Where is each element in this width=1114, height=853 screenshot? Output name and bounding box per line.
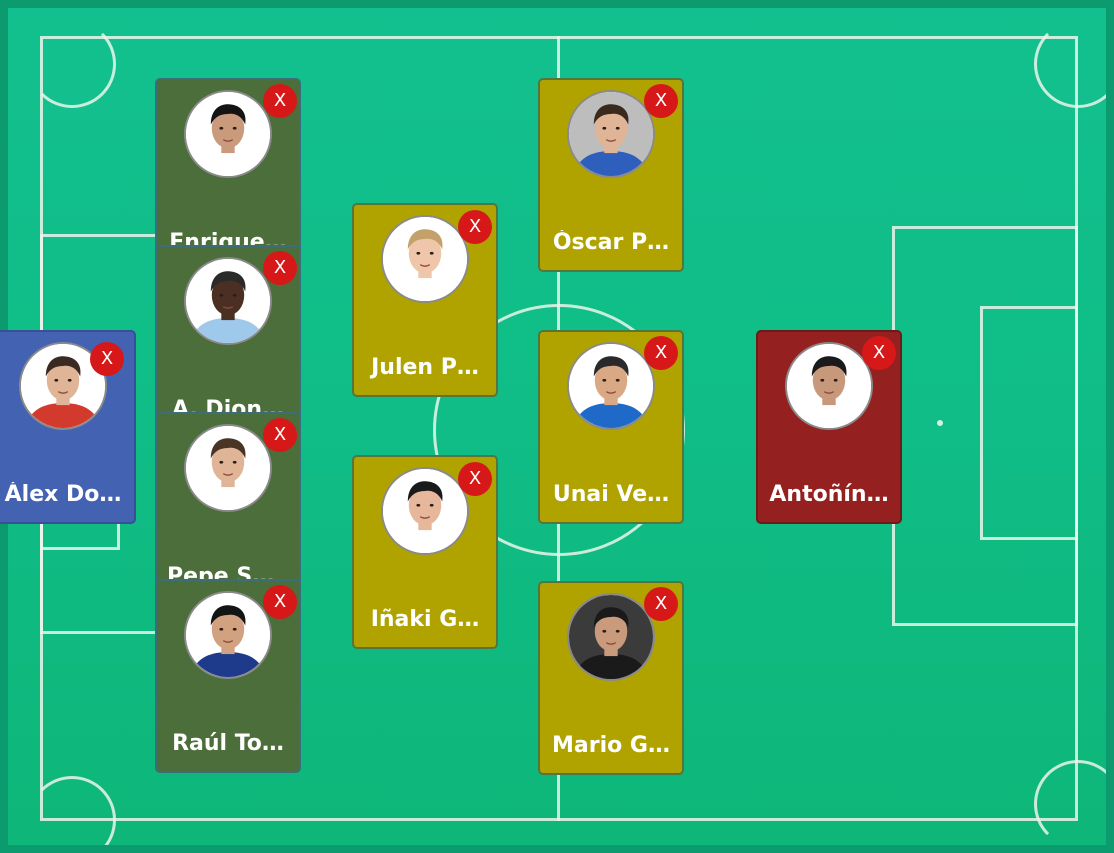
player-avatar: [184, 591, 272, 679]
remove-player-button[interactable]: X: [644, 84, 678, 118]
right-goal-area: [980, 306, 1078, 540]
remove-player-button[interactable]: X: [458, 210, 492, 244]
player-name: Antoñín…: [769, 482, 889, 507]
player-name: Iñaki G…: [370, 607, 480, 632]
player-card[interactable]: Enrique… X: [155, 78, 301, 272]
remove-player-button[interactable]: X: [862, 336, 896, 370]
corner-arc-tl: [28, 20, 116, 108]
remove-player-button[interactable]: X: [90, 342, 124, 376]
player-avatar: [184, 257, 272, 345]
player-card[interactable]: Iñaki G… X: [352, 455, 498, 649]
player-card[interactable]: Unai Ve… X: [538, 330, 684, 524]
player-avatar: [567, 593, 655, 681]
player-card[interactable]: Mario G… X: [538, 581, 684, 775]
player-card[interactable]: Óscar P… X: [538, 78, 684, 272]
remove-player-button[interactable]: X: [458, 462, 492, 496]
player-name: Álex Do…: [4, 482, 122, 507]
player-card[interactable]: Julen P… X: [352, 203, 498, 397]
player-avatar: [567, 342, 655, 430]
player-card[interactable]: Raúl To… X: [155, 579, 301, 773]
player-card[interactable]: Pepe Sá… X: [155, 412, 301, 606]
player-card[interactable]: Álex Do… X: [0, 330, 136, 524]
player-avatar: [381, 215, 469, 303]
remove-player-button[interactable]: X: [644, 587, 678, 621]
player-name: Raúl To…: [172, 731, 284, 756]
player-avatar: [785, 342, 873, 430]
player-name: Unai Ve…: [552, 482, 670, 507]
player-avatar: [381, 467, 469, 555]
remove-player-button[interactable]: X: [263, 84, 297, 118]
player-name: Mario G…: [552, 733, 670, 758]
remove-player-button[interactable]: X: [263, 585, 297, 619]
player-card[interactable]: Antoñín… X: [756, 330, 902, 524]
remove-player-button[interactable]: X: [644, 336, 678, 370]
corner-arc-br: [1034, 760, 1106, 845]
player-name: Julen P…: [371, 355, 479, 380]
player-avatar: [184, 90, 272, 178]
player-avatar: [184, 424, 272, 512]
remove-player-button[interactable]: X: [263, 418, 297, 452]
player-name: Óscar P…: [552, 230, 670, 255]
player-card[interactable]: A. Dion… X: [155, 245, 301, 439]
remove-player-button[interactable]: X: [263, 251, 297, 285]
corner-arc-tr: [1034, 20, 1106, 108]
player-avatar: [567, 90, 655, 178]
